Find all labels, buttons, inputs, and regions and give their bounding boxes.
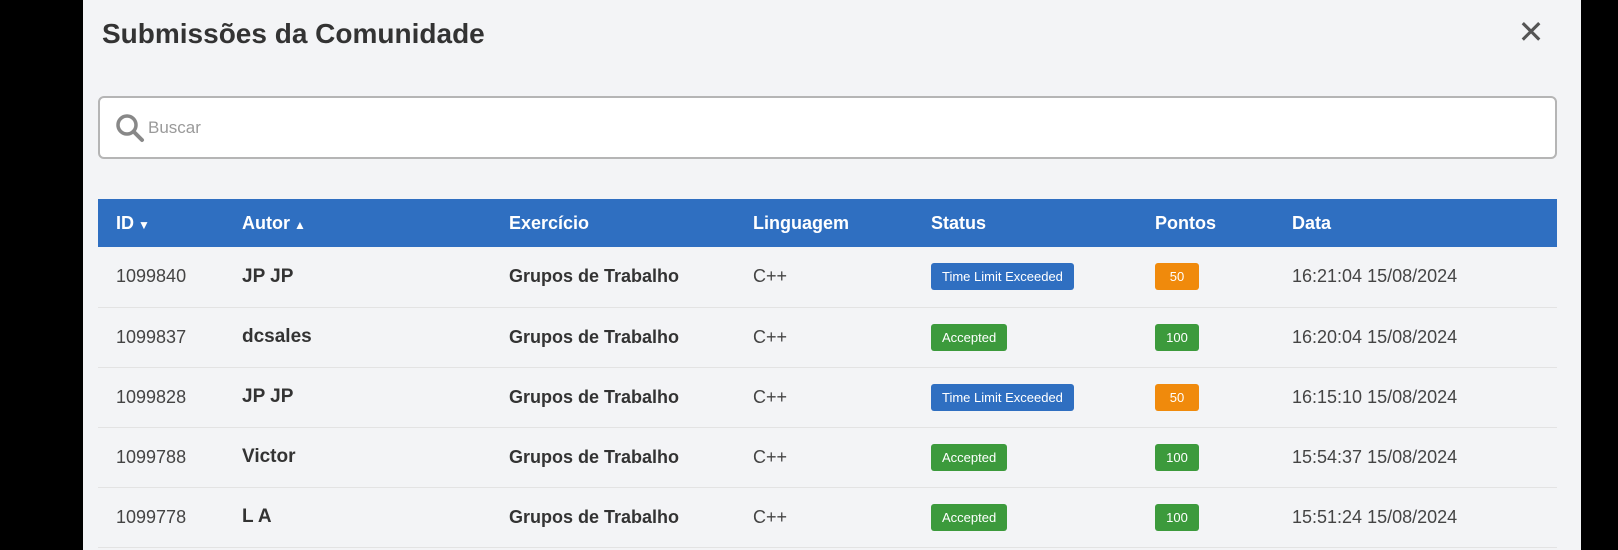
cell-author: Victor [242,446,296,467]
cell-status: Time Limit Exceeded [913,247,1137,307]
close-button[interactable]: ✕ [1513,14,1549,50]
column-header-author[interactable]: Autor ▲ [224,199,491,247]
cell-author: JP JP [242,265,294,287]
cell-points: 50 [1137,367,1274,427]
status-badge: Time Limit Exceeded [931,383,1074,411]
cell-id: 1099828 [116,386,187,407]
column-header-status[interactable]: Status [913,199,1137,247]
cell-points: 50 [1137,247,1274,307]
cell-exercise: Grupos de Trabalho [509,386,680,407]
cell-exercise: Grupos de Trabalho [509,266,680,287]
points-badge: 100 [1155,503,1199,531]
cell-status: Accepted [913,307,1137,367]
submissions-modal: Submissões da Comunidade ✕ ID▼ Autor▲ Ex… [83,0,1581,550]
points-badge: 100 [1155,323,1199,351]
column-header-id[interactable]: ID ▼ [98,199,224,247]
cell-exercise: Grupos de Trabalho [509,446,680,467]
modal-title: Submissões da Comunidade [102,18,485,49]
points-badge: 50 [1155,263,1199,291]
cell-language: C++ [753,326,788,347]
cell-id: 1099788 [116,446,187,467]
cell-author: dcsales [242,326,312,347]
cell-exercise: Grupos de Trabalho [509,506,680,527]
column-header-points[interactable]: Pontos [1137,199,1274,247]
cell-status: Accepted [913,427,1137,487]
table-row[interactable]: 1099778 L A Grupos de Trabalho C++ Accep… [98,487,1557,547]
cell-status: Time Limit Exceeded [913,367,1137,427]
cell-date: 16:21:04 15/08/2024 [1292,266,1458,287]
sort-desc-icon: ▼ [138,217,150,232]
cell-points: 100 [1137,307,1274,367]
cell-id: 1099837 [116,326,187,347]
points-badge: 100 [1155,443,1199,471]
search-box[interactable] [98,96,1557,159]
close-icon: ✕ [1517,14,1545,50]
status-badge: Accepted [931,443,1008,471]
column-header-language[interactable]: Linguagem [735,199,913,247]
cell-id: 1099778 [116,506,187,527]
cell-date: 16:20:04 15/08/2024 [1292,326,1458,347]
search-input[interactable] [148,112,1528,144]
table-header-row: ID ▼ Autor ▲ Exercício Linguagem Status Po… [98,199,1557,247]
points-badge: 50 [1155,383,1199,411]
cell-language: C++ [753,386,788,407]
search-icon [116,114,144,142]
status-badge: Accepted [931,503,1008,531]
cell-date: 16:15:10 15/08/2024 [1292,386,1458,407]
cell-points: 100 [1137,487,1274,547]
cell-exercise: Grupos de Trabalho [509,326,680,347]
column-header-date[interactable]: Data [1274,199,1557,247]
cell-language: C++ [753,446,788,467]
cell-language: C++ [753,266,788,287]
status-badge: Accepted [931,323,1008,351]
cell-date: 15:51:24 15/08/2024 [1292,506,1458,527]
cell-status: Accepted [913,487,1137,547]
cell-id: 1099840 [116,266,187,287]
cell-date: 15:54:37 15/08/2024 [1292,446,1458,467]
sort-asc-icon: ▲ [294,217,306,232]
table-row[interactable]: 1099828 JP JP Grupos de Trabalho C++ Tim… [98,367,1557,427]
cell-language: C++ [753,506,788,527]
cell-author: L A [242,506,272,527]
table-row[interactable]: 1099837 dcsales Grupos de Trabalho C++ A… [98,307,1557,367]
table-row[interactable]: 1099840 JP JP Grupos de Trabalho C++ Tim… [98,247,1557,307]
cell-points: 100 [1137,427,1274,487]
column-header-exercise[interactable]: Exercício [491,199,735,247]
table-row[interactable]: 1099788 Victor Grupos de Trabalho C++ Ac… [98,427,1557,487]
status-badge: Time Limit Exceeded [931,263,1074,291]
cell-author: JP JP [242,386,294,407]
submissions-table: ID ▼ Autor ▲ Exercício Linguagem Status Po… [98,199,1557,548]
